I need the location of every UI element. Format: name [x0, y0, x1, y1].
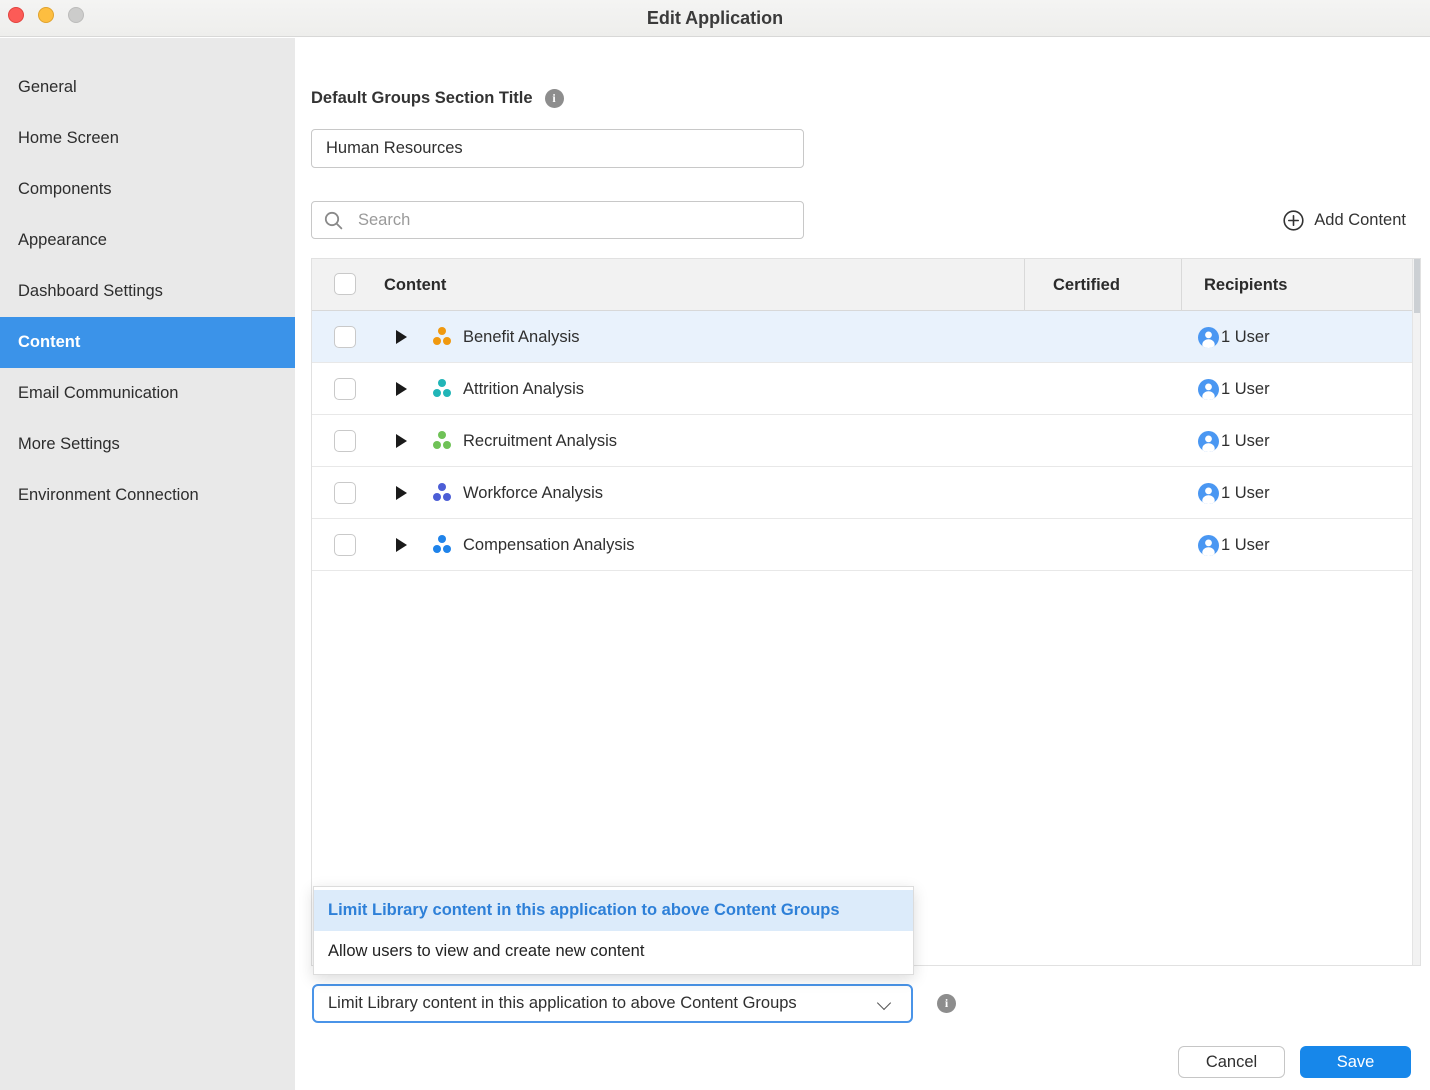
row-checkbox[interactable] — [334, 430, 356, 452]
sidebar-item-components[interactable]: Components — [0, 164, 295, 215]
recipients-count: 1 User — [1221, 536, 1270, 555]
recipients-count: 1 User — [1221, 328, 1270, 347]
sidebar-item-label: Environment Connection — [18, 486, 199, 505]
sidebar-item-label: Appearance — [18, 231, 107, 250]
expand-arrow-icon[interactable] — [396, 486, 407, 500]
sidebar-item-label: Home Screen — [18, 129, 119, 148]
row-checkbox[interactable] — [334, 326, 356, 348]
table-row[interactable]: Attrition Analysis 1 User — [312, 363, 1420, 415]
library-access-menu: Limit Library content in this applicatio… — [313, 886, 914, 975]
sidebar-item-label: Content — [18, 333, 80, 352]
column-header-recipients: Recipients — [1204, 259, 1287, 311]
user-icon — [1198, 431, 1219, 452]
column-separator — [1024, 259, 1025, 311]
user-icon — [1198, 483, 1219, 504]
content-name: Compensation Analysis — [463, 519, 635, 571]
content-name: Attrition Analysis — [463, 363, 584, 415]
plus-circle-icon — [1283, 210, 1304, 231]
select-all-checkbox[interactable] — [334, 273, 356, 295]
expand-arrow-icon[interactable] — [396, 434, 407, 448]
content-group-icon — [432, 379, 452, 398]
info-icon[interactable]: i — [545, 89, 564, 108]
add-content-label: Add Content — [1314, 211, 1406, 230]
table-row[interactable]: Compensation Analysis 1 User — [312, 519, 1420, 571]
table-scrollbar[interactable] — [1412, 259, 1420, 965]
sidebar-item-more-settings[interactable]: More Settings — [0, 419, 295, 470]
table-body: Benefit Analysis 1 User Attrition Analys… — [312, 311, 1420, 571]
expand-arrow-icon[interactable] — [396, 330, 407, 344]
content-name: Workforce Analysis — [463, 467, 603, 519]
recipients-cell: 1 User — [1198, 363, 1270, 415]
recipients-count: 1 User — [1221, 380, 1270, 399]
recipients-cell: 1 User — [1198, 519, 1270, 571]
sidebar-list: General Home Screen Components Appearanc… — [0, 62, 295, 521]
search-icon — [324, 211, 343, 230]
library-access-select[interactable]: Limit Library content in this applicatio… — [312, 984, 913, 1023]
menu-option[interactable]: Allow users to view and create new conte… — [314, 931, 913, 972]
content-group-icon — [432, 327, 452, 346]
content-group-icon — [432, 483, 452, 502]
settings-sidebar: General Home Screen Components Appearanc… — [0, 38, 295, 1090]
info-icon[interactable]: i — [937, 994, 956, 1013]
save-button[interactable]: Save — [1300, 1046, 1411, 1078]
recipients-cell: 1 User — [1198, 415, 1270, 467]
content-group-icon — [432, 431, 452, 450]
recipients-count: 1 User — [1221, 432, 1270, 451]
sidebar-item-dashboard-settings[interactable]: Dashboard Settings — [0, 266, 295, 317]
cancel-button[interactable]: Cancel — [1178, 1046, 1285, 1078]
chevron-down-icon — [877, 996, 891, 1010]
sidebar-item-label: Email Communication — [18, 384, 178, 403]
content-group-icon — [432, 535, 452, 554]
recipients-cell: 1 User — [1198, 467, 1270, 519]
table-row[interactable]: Benefit Analysis 1 User — [312, 311, 1420, 363]
section-title-label-row: Default Groups Section Title i — [311, 89, 564, 108]
sidebar-item-label: Components — [18, 180, 112, 199]
expand-arrow-icon[interactable] — [396, 382, 407, 396]
content-name: Recruitment Analysis — [463, 415, 617, 467]
user-icon — [1198, 327, 1219, 348]
sidebar-item-email-communication[interactable]: Email Communication — [0, 368, 295, 419]
row-checkbox[interactable] — [334, 378, 356, 400]
sidebar-item-home-screen[interactable]: Home Screen — [0, 113, 295, 164]
expand-arrow-icon[interactable] — [396, 538, 407, 552]
sidebar-item-content[interactable]: Content — [0, 317, 295, 368]
sidebar-item-appearance[interactable]: Appearance — [0, 215, 295, 266]
scrollbar-thumb[interactable] — [1414, 259, 1420, 313]
table-row[interactable]: Recruitment Analysis 1 User — [312, 415, 1420, 467]
content-panel: Default Groups Section Title i Add Conte… — [295, 38, 1430, 1090]
column-header-certified: Certified — [1053, 259, 1120, 311]
section-title-label: Default Groups Section Title — [311, 89, 533, 108]
content-name: Benefit Analysis — [463, 311, 579, 363]
window-titlebar: Edit Application — [0, 0, 1430, 37]
sidebar-item-general[interactable]: General — [0, 62, 295, 113]
sidebar-item-label: Dashboard Settings — [18, 282, 163, 301]
search-input[interactable] — [311, 201, 804, 239]
recipients-cell: 1 User — [1198, 311, 1270, 363]
table-header: Content Certified Recipients — [312, 259, 1420, 311]
row-checkbox[interactable] — [334, 482, 356, 504]
user-icon — [1198, 535, 1219, 556]
recipients-count: 1 User — [1221, 484, 1270, 503]
section-title-input[interactable] — [311, 129, 804, 168]
menu-option[interactable]: Limit Library content in this applicatio… — [314, 890, 913, 931]
user-icon — [1198, 379, 1219, 400]
table-row[interactable]: Workforce Analysis 1 User — [312, 467, 1420, 519]
content-table: Content Certified Recipients Benefit Ana… — [311, 258, 1421, 966]
sidebar-item-label: More Settings — [18, 435, 120, 454]
column-header-content: Content — [384, 259, 446, 311]
window-title: Edit Application — [0, 0, 1430, 37]
add-content-button[interactable]: Add Content — [1283, 206, 1406, 234]
column-separator — [1181, 259, 1182, 311]
library-access-selected-value: Limit Library content in this applicatio… — [328, 994, 797, 1013]
sidebar-item-label: General — [18, 78, 77, 97]
row-checkbox[interactable] — [334, 534, 356, 556]
sidebar-item-environment-connection[interactable]: Environment Connection — [0, 470, 295, 521]
